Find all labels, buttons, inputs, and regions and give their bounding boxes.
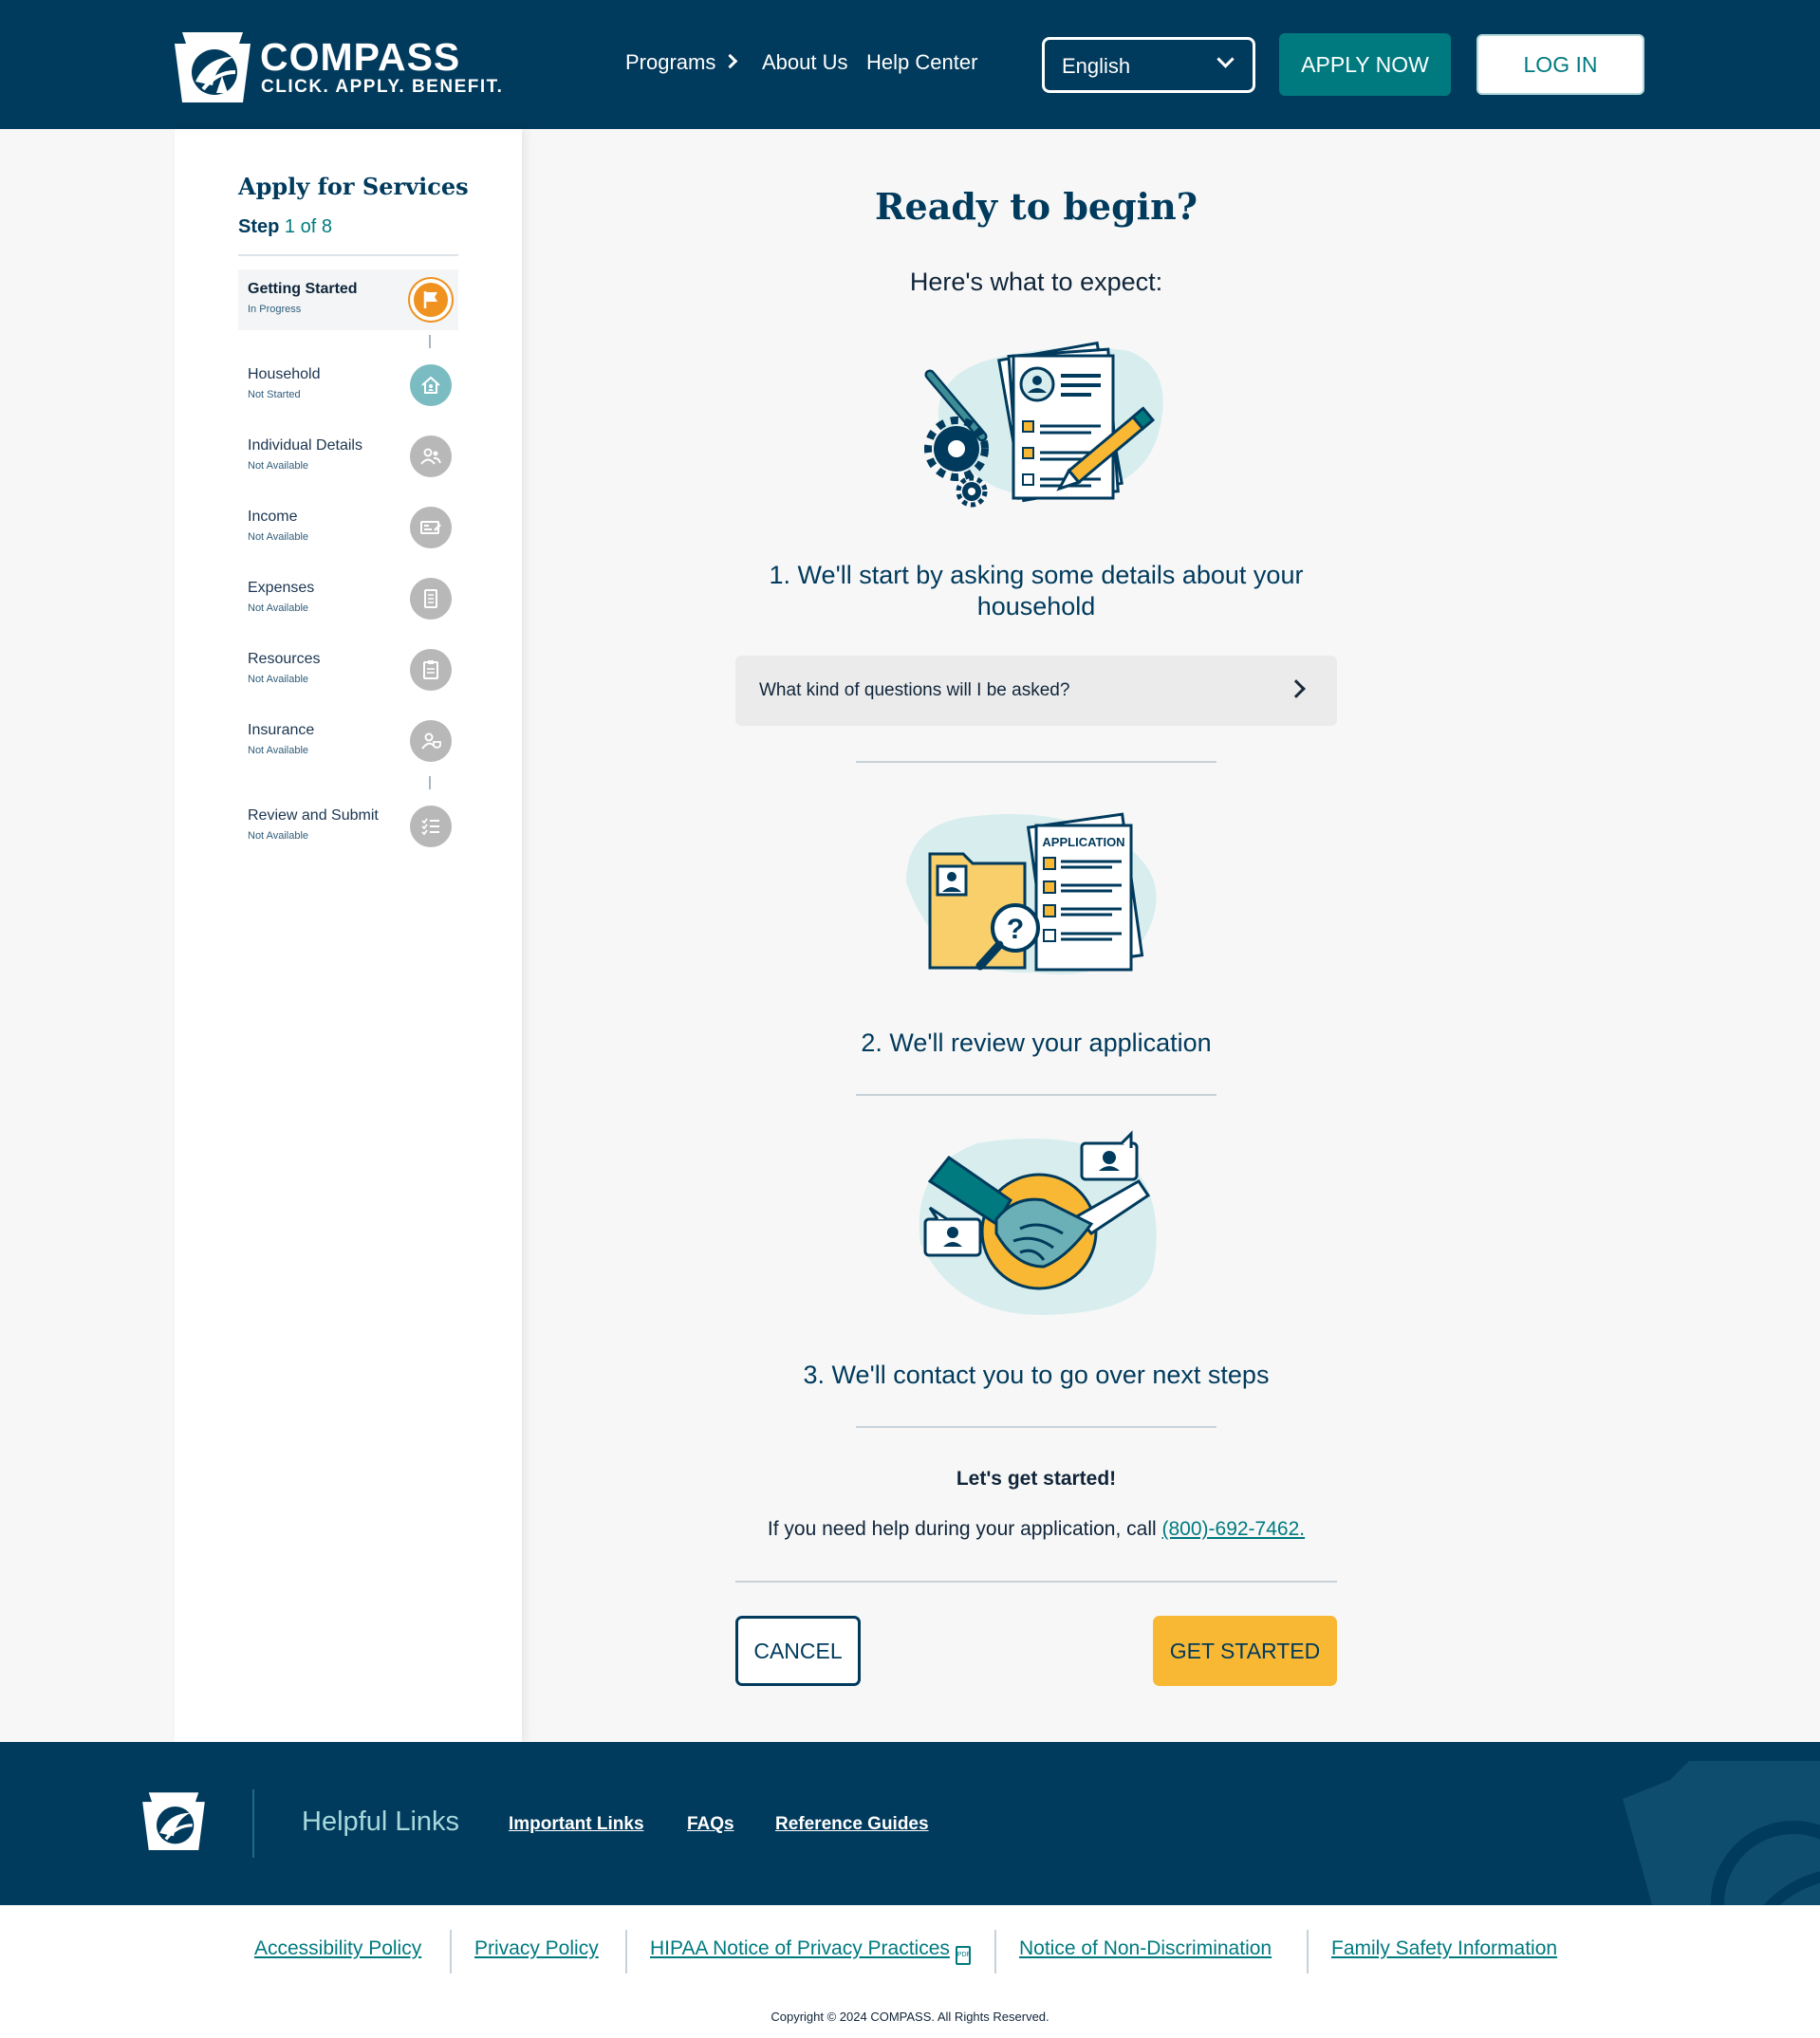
phone-link[interactable]: (800)-692-7462. [1162,1518,1306,1540]
step-three-heading: 3. We'll contact you to go over next ste… [803,1361,1270,1389]
hipaa-notice-link[interactable]: HIPAA Notice of Privacy Practices PDF [650,1937,971,1965]
nav-about-us[interactable]: About Us [762,49,848,76]
help-text-label: If you need help during your application… [767,1518,1162,1540]
actions-divider [735,1581,1337,1583]
clipboard-icon [410,649,452,691]
house-icon [410,364,452,406]
step-connector [429,335,431,348]
language-select[interactable]: English [1042,37,1255,93]
accordion-question: What kind of questions will I be asked? [759,680,1070,700]
logo-tagline: CLICK. APPLY. BENEFIT. [261,77,504,97]
nav-programs-label: Programs [625,50,716,74]
footer-separator [252,1789,254,1858]
section-divider [856,1426,1216,1428]
nav-help-center[interactable]: Help Center [866,49,977,76]
flag-icon [410,279,452,321]
footer-link-reference-guides[interactable]: Reference Guides [775,1814,929,1835]
compass-logo[interactable]: COMPASS CLICK. APPLY. BENEFIT. [175,27,502,102]
cancel-button[interactable]: CANCEL [735,1616,861,1686]
legal-separator [625,1930,627,1973]
footer-link-important-links[interactable]: Important Links [509,1814,644,1835]
step-connector [429,776,431,789]
section-divider [856,761,1216,763]
step-status: Not Available [248,531,309,543]
sidebar-step-individual-details[interactable]: Individual Details Not Available [238,426,458,487]
family-safety-link[interactable]: Family Safety Information [1331,1937,1557,1960]
step-status: Not Available [248,602,309,614]
hipaa-notice-label: HIPAA Notice of Privacy Practices [650,1937,950,1959]
apply-now-button[interactable]: APPLY NOW [1279,33,1451,96]
sidebar-divider [238,254,458,256]
step-name: Review and Submit [248,807,379,824]
legal-links-bar: Accessibility Policy Privacy Policy HIPA… [0,1905,1820,2038]
step-name: Resources [248,651,321,667]
step-two-heading: 2. We'll review your application [861,1028,1212,1057]
legal-separator [994,1930,996,1973]
sidebar-step-insurance[interactable]: Insurance Not Available [238,711,458,771]
site-footer: Helpful Links Important Links FAQs Refer… [0,1742,1820,1905]
keystone-logo-icon [175,32,251,102]
receipt-icon [410,578,452,620]
sidebar-title: Apply for Services [238,173,469,200]
sidebar-step-expenses[interactable]: Expenses Not Available [238,568,458,629]
keystone-logo-icon [142,1792,205,1850]
log-in-button[interactable]: LOG IN [1476,34,1644,95]
step-one-heading: 1. We'll start by asking some details ab… [769,561,1304,621]
non-discrimination-link[interactable]: Notice of Non-Discrimination [1019,1937,1272,1960]
legal-separator [1307,1930,1309,1973]
chevron-right-icon [723,53,738,69]
footer-link-faqs[interactable]: FAQs [687,1814,734,1835]
people-icon [410,435,452,477]
application-label: APPLICATION [1042,835,1124,849]
step-name: Getting Started [248,281,358,297]
step-count: 1 of 8 [284,216,332,237]
step-status: Not Available [248,745,309,756]
section-divider [856,1094,1216,1096]
svg-text:?: ? [1007,914,1024,945]
sidebar-step-income[interactable]: Income Not Available [238,497,458,558]
checklist-icon [410,806,452,847]
chevron-down-icon [1216,50,1235,68]
documents-gears-illustration [924,341,1163,508]
check-income-icon [410,507,452,548]
accessibility-policy-link[interactable]: Accessibility Policy [254,1937,421,1960]
application-folder-illustration: APPLICATION ? [906,812,1157,974]
keystone-watermark-icon [1623,1761,1820,1905]
sidebar-step-review-submit[interactable]: Review and Submit Not Available [238,796,458,857]
sidebar-step-getting-started[interactable]: Getting Started In Progress [238,269,458,330]
step-name: Expenses [248,580,315,596]
step-status: Not Available [248,460,309,472]
step-name: Income [248,509,298,525]
nav-programs[interactable]: Programs [625,49,738,76]
step-progress: Step 1 of 8 [238,216,332,238]
site-header: COMPASS CLICK. APPLY. BENEFIT. Programs … [0,0,1820,129]
legal-separator [450,1930,452,1973]
copyright-text: Copyright © 2024 COMPASS. All Rights Res… [771,2010,1049,2024]
help-call-text: If you need help during your application… [735,1518,1337,1541]
step-name: Insurance [248,722,315,738]
get-started-button[interactable]: GET STARTED [1153,1616,1337,1686]
step-label: Step [238,216,280,237]
chevron-right-icon [1287,679,1306,698]
step-name: Individual Details [248,437,362,454]
step-name: Household [248,366,321,382]
privacy-policy-link[interactable]: Privacy Policy [474,1937,599,1960]
language-value: English [1062,54,1131,78]
sidebar-step-resources[interactable]: Resources Not Available [238,639,458,700]
handshake-illustration [919,1130,1157,1316]
application-sidebar: Apply for Services Step 1 of 8 Getting S… [175,129,522,1742]
step-status: Not Available [248,674,309,685]
step-status: Not Started [248,389,301,400]
insurance-icon [410,720,452,762]
footer-heading: Helpful Links [302,1806,460,1837]
pdf-icon: PDF [955,1946,971,1965]
step-status: Not Available [248,830,309,842]
lets-get-started-text: Let's get started! [956,1468,1117,1490]
questions-accordion[interactable]: What kind of questions will I be asked? [735,656,1337,726]
sidebar-step-household[interactable]: Household Not Started [238,355,458,416]
logo-title: COMPASS [260,35,461,79]
page-title: Ready to begin? [874,185,1198,228]
page-subtitle: Here's what to expect: [909,268,1163,296]
step-status: In Progress [248,304,302,315]
